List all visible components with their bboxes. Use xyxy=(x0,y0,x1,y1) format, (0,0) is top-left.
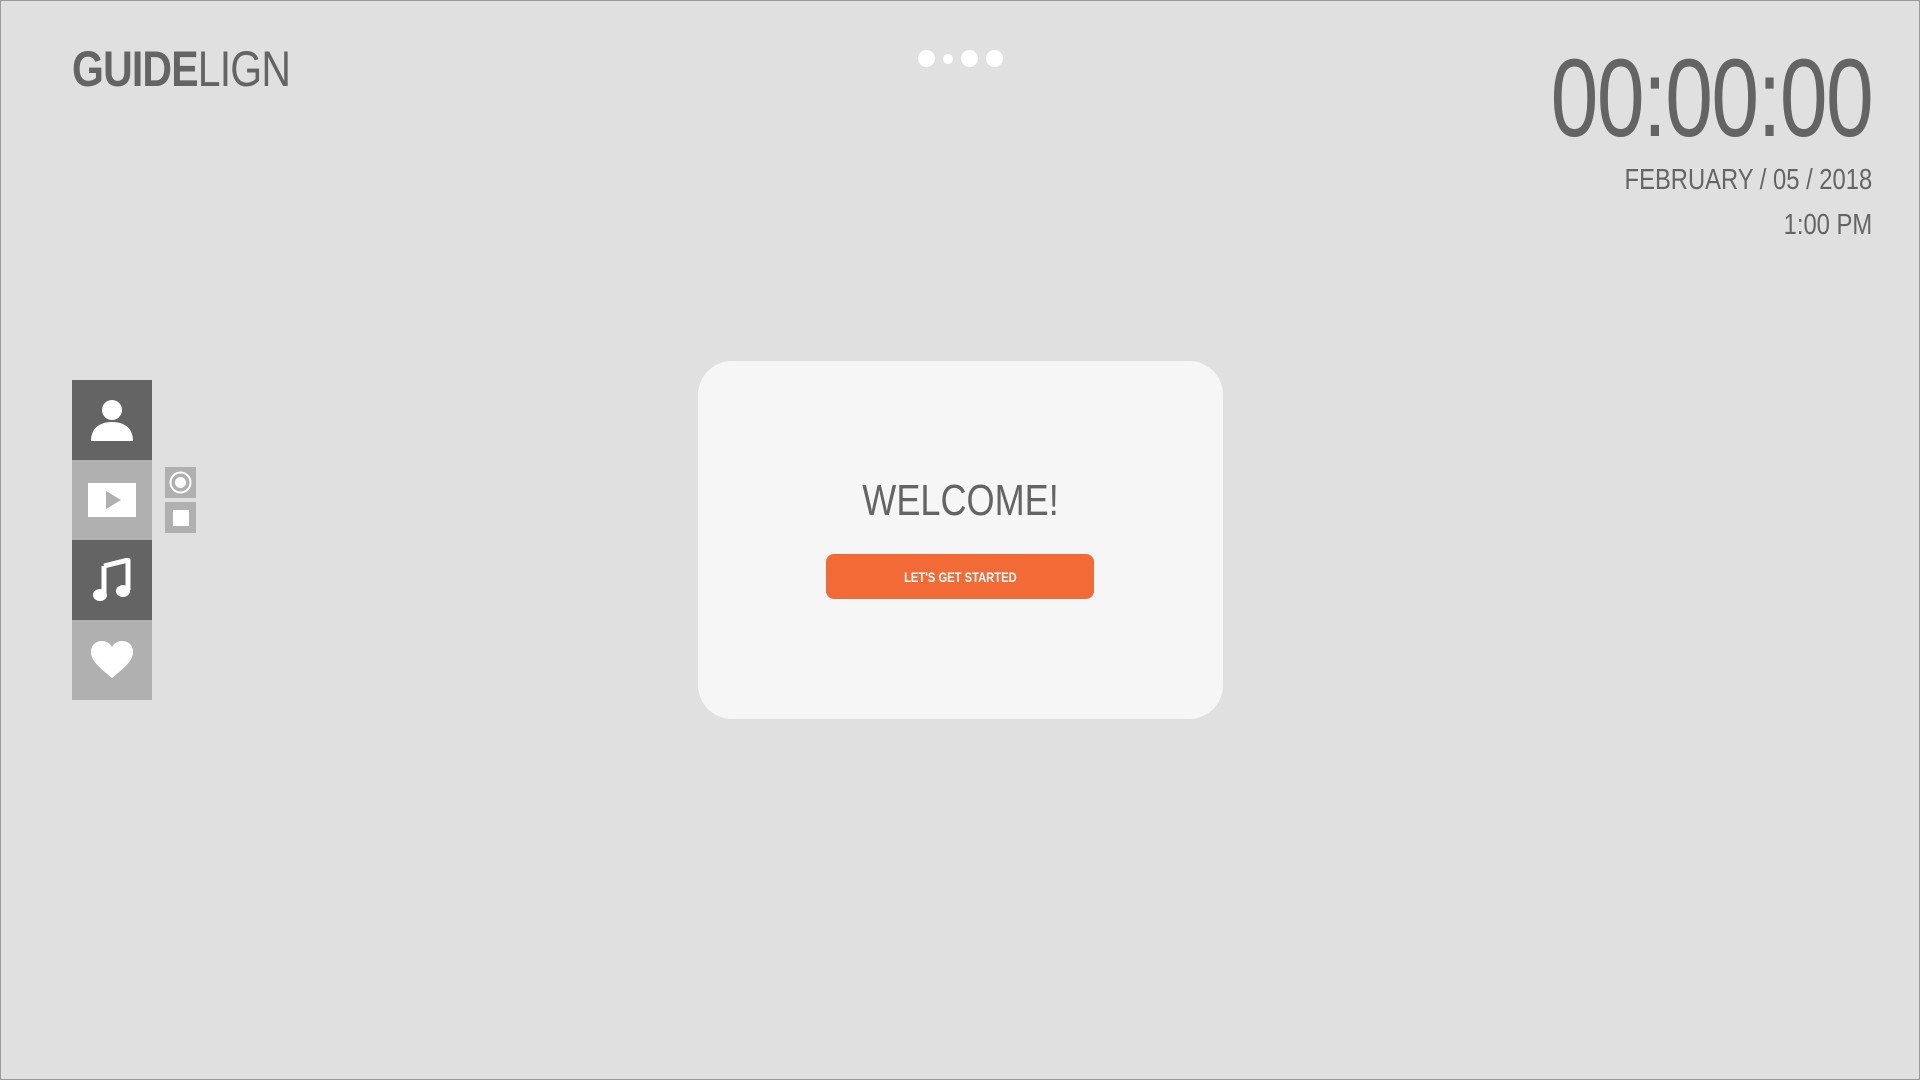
sidebar-item-favorites[interactable] xyxy=(72,620,152,700)
music-note-icon xyxy=(93,558,131,601)
sidebar-item-profile[interactable] xyxy=(72,380,152,460)
page-dot[interactable] xyxy=(918,50,935,67)
media-mini-controls xyxy=(165,467,196,537)
record-button[interactable] xyxy=(165,467,196,498)
play-icon xyxy=(88,483,136,517)
get-started-label: LET'S GET STARTED xyxy=(903,568,1017,585)
get-started-button[interactable]: LET'S GET STARTED xyxy=(826,554,1094,599)
welcome-title: WELCOME! xyxy=(862,476,1059,525)
clock-date: FEBRUARY / 05 / 2018 xyxy=(1624,164,1872,196)
stop-button[interactable] xyxy=(165,502,196,533)
page-dot[interactable] xyxy=(986,50,1003,67)
logo-light-text: LIGN xyxy=(197,41,291,97)
sidebar-item-video[interactable] xyxy=(72,460,152,540)
heart-icon xyxy=(91,641,133,678)
clock-hour: 1:00 PM xyxy=(1783,209,1872,241)
page-dot[interactable] xyxy=(961,50,978,67)
page-dot-active[interactable] xyxy=(943,53,953,64)
user-icon xyxy=(91,400,133,441)
welcome-card: WELCOME! LET'S GET STARTED xyxy=(698,361,1223,719)
stop-icon xyxy=(172,509,189,526)
sidebar-item-music[interactable] xyxy=(72,540,152,620)
page-indicator xyxy=(918,50,1003,67)
sidebar xyxy=(72,380,152,700)
clock-time: 00:00:00 xyxy=(1550,37,1873,160)
clock-panel: 00:00:00 FEBRUARY / 05 / 2018 1:00 PM xyxy=(1460,37,1873,241)
record-icon xyxy=(169,471,192,494)
logo-bold-text: GUIDE xyxy=(72,41,199,97)
app-logo: GUIDELIGN xyxy=(72,41,291,97)
